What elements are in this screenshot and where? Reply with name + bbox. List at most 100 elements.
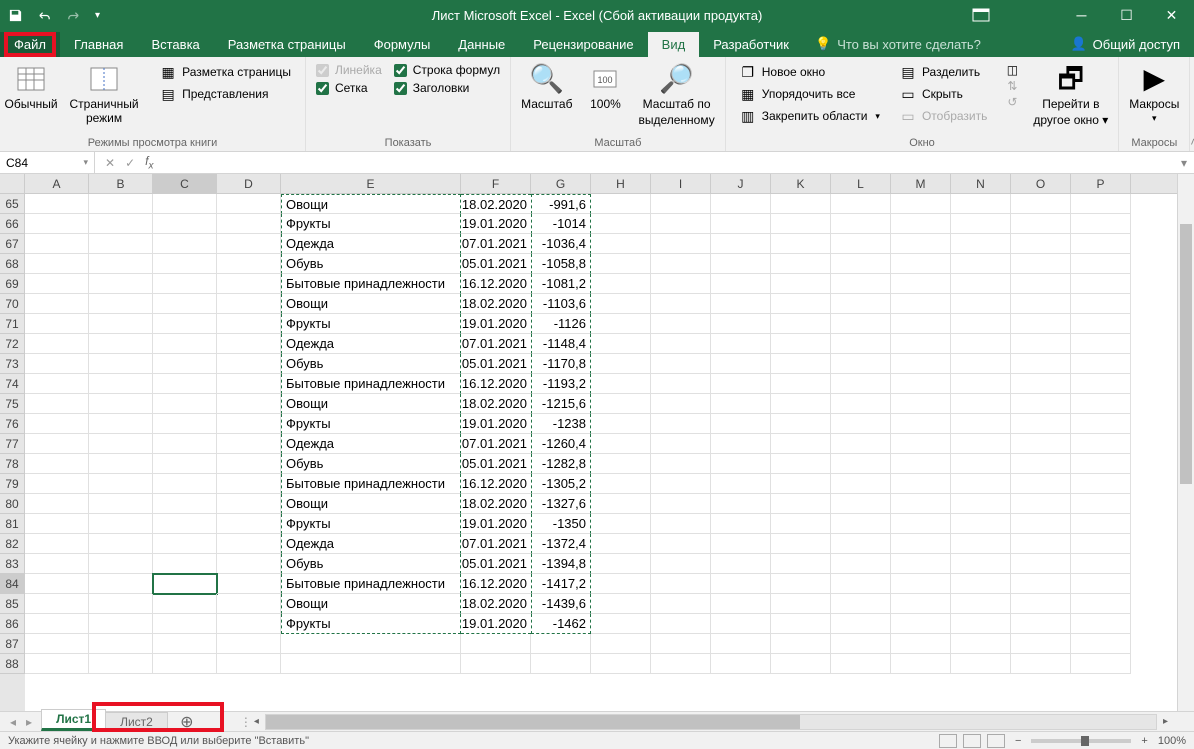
cell[interactable] (217, 334, 281, 354)
cell[interactable] (651, 554, 711, 574)
cell[interactable] (25, 254, 89, 274)
cell[interactable] (1071, 254, 1131, 274)
cell[interactable] (25, 554, 89, 574)
cell[interactable] (153, 314, 217, 334)
cell[interactable] (891, 214, 951, 234)
cell[interactable] (771, 514, 831, 534)
cell[interactable] (891, 614, 951, 634)
cell[interactable] (711, 294, 771, 314)
cell[interactable] (25, 654, 89, 674)
cell[interactable] (25, 334, 89, 354)
cell[interactable] (951, 494, 1011, 514)
column-header[interactable]: O (1011, 174, 1071, 193)
cell[interactable] (951, 614, 1011, 634)
cell[interactable] (89, 454, 153, 474)
cell[interactable]: 16.12.2020 (461, 374, 531, 394)
cell[interactable] (711, 554, 771, 574)
cell[interactable] (591, 234, 651, 254)
cell[interactable] (217, 234, 281, 254)
row-header[interactable]: 77 (0, 434, 25, 454)
column-header[interactable]: P (1071, 174, 1131, 193)
row-header[interactable]: 87 (0, 634, 25, 654)
cell[interactable] (891, 334, 951, 354)
cell[interactable] (591, 594, 651, 614)
cell[interactable] (771, 614, 831, 634)
row-header[interactable]: 76 (0, 414, 25, 434)
cell[interactable] (25, 194, 89, 214)
cell[interactable] (651, 314, 711, 334)
cell[interactable] (1071, 214, 1131, 234)
cell[interactable] (89, 514, 153, 534)
cell[interactable] (25, 514, 89, 534)
cell[interactable] (591, 294, 651, 314)
tab-formulas[interactable]: Формулы (360, 32, 445, 57)
cell[interactable] (771, 654, 831, 674)
cell[interactable]: 18.02.2020 (461, 594, 531, 614)
row-header[interactable]: 81 (0, 514, 25, 534)
cell[interactable] (25, 214, 89, 234)
cell[interactable] (891, 634, 951, 654)
cell[interactable] (217, 214, 281, 234)
cell[interactable] (153, 474, 217, 494)
maximize-button[interactable]: ☐ (1104, 0, 1149, 30)
cell[interactable]: -1103,6 (531, 294, 591, 314)
cell[interactable] (951, 234, 1011, 254)
cell[interactable]: 16.12.2020 (461, 574, 531, 594)
cell[interactable] (711, 514, 771, 534)
page-break-preview-button[interactable]: Страничный режим (60, 61, 148, 128)
cell[interactable] (831, 254, 891, 274)
cell[interactable] (1071, 454, 1131, 474)
cell[interactable]: 18.02.2020 (461, 294, 531, 314)
cell[interactable] (891, 314, 951, 334)
cell[interactable] (831, 374, 891, 394)
cell[interactable] (831, 394, 891, 414)
cell[interactable] (25, 274, 89, 294)
cell[interactable] (591, 434, 651, 454)
cell[interactable] (1071, 634, 1131, 654)
cell[interactable] (771, 194, 831, 214)
row-header[interactable]: 73 (0, 354, 25, 374)
cell[interactable] (217, 294, 281, 314)
name-box[interactable]: C84▾ (0, 152, 95, 173)
row-header[interactable]: 88 (0, 654, 25, 674)
cell[interactable] (891, 594, 951, 614)
column-header[interactable]: L (831, 174, 891, 193)
tab-home[interactable]: Главная (60, 32, 137, 57)
cell[interactable]: -1327,6 (531, 494, 591, 514)
cell[interactable] (25, 294, 89, 314)
cancel-formula-icon[interactable]: ✕ (105, 156, 115, 170)
cell[interactable]: 05.01.2021 (461, 454, 531, 474)
cell[interactable] (153, 494, 217, 514)
cell[interactable] (1071, 194, 1131, 214)
cell[interactable] (461, 654, 531, 674)
select-all-corner[interactable] (0, 174, 25, 193)
cell[interactable]: Фрукты (281, 614, 461, 634)
cell[interactable] (1011, 434, 1071, 454)
cell[interactable] (1071, 494, 1131, 514)
cell[interactable] (217, 474, 281, 494)
cell[interactable] (891, 514, 951, 534)
cell[interactable] (711, 494, 771, 514)
cell[interactable] (771, 454, 831, 474)
cell[interactable] (153, 374, 217, 394)
cell[interactable] (711, 274, 771, 294)
cell[interactable] (771, 434, 831, 454)
cell[interactable]: 16.12.2020 (461, 274, 531, 294)
cell[interactable] (89, 654, 153, 674)
cell[interactable] (153, 594, 217, 614)
cell[interactable] (651, 194, 711, 214)
cell[interactable] (217, 534, 281, 554)
cell[interactable] (1011, 594, 1071, 614)
cell[interactable] (831, 234, 891, 254)
cell[interactable] (711, 614, 771, 634)
cell[interactable] (89, 314, 153, 334)
cell[interactable] (591, 614, 651, 634)
cell[interactable] (25, 494, 89, 514)
zoom-in-icon[interactable]: + (1141, 735, 1147, 747)
cell[interactable]: 05.01.2021 (461, 354, 531, 374)
ruler-checkbox[interactable]: Линейка (316, 63, 382, 77)
cell[interactable] (1011, 274, 1071, 294)
headings-checkbox[interactable]: Заголовки (394, 81, 500, 95)
cell[interactable] (831, 634, 891, 654)
cell[interactable] (771, 294, 831, 314)
